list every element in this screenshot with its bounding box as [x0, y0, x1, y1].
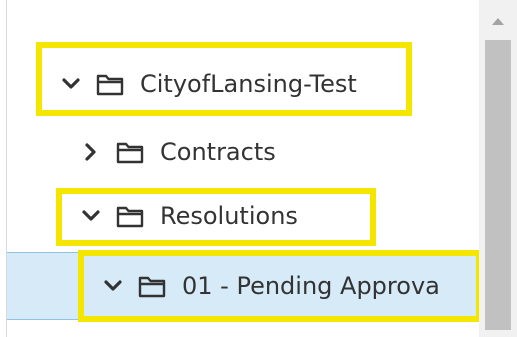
chevron-right-icon[interactable]	[80, 141, 102, 163]
chevron-down-icon[interactable]	[80, 205, 102, 227]
tree-item-label: Resolutions	[160, 202, 298, 230]
folder-tree-panel: CityofLansing-Test Contracts Resolutions…	[0, 0, 517, 337]
tree-view: CityofLansing-Test Contracts Resolutions…	[7, 0, 479, 337]
scroll-up-arrow-icon[interactable]	[485, 8, 511, 34]
tree-item-label: 01 - Pending Approva	[182, 272, 440, 300]
tree-item-label: Contracts	[160, 138, 276, 166]
tree-item-label: CityofLansing-Test	[140, 70, 357, 98]
folder-icon	[116, 204, 144, 228]
folder-icon	[138, 274, 166, 298]
chevron-down-icon[interactable]	[102, 275, 124, 297]
folder-icon	[96, 72, 124, 96]
scrollbar-thumb[interactable]	[485, 40, 511, 330]
tree-item-resolutions[interactable]: Resolutions	[7, 184, 479, 248]
tree-item-cityoflansing-test[interactable]: CityofLansing-Test	[7, 52, 479, 116]
tree-item-contracts[interactable]: Contracts	[7, 120, 479, 184]
chevron-down-icon[interactable]	[60, 73, 82, 95]
tree-item-pending-approval[interactable]: 01 - Pending Approva	[7, 252, 479, 320]
folder-icon	[116, 140, 144, 164]
